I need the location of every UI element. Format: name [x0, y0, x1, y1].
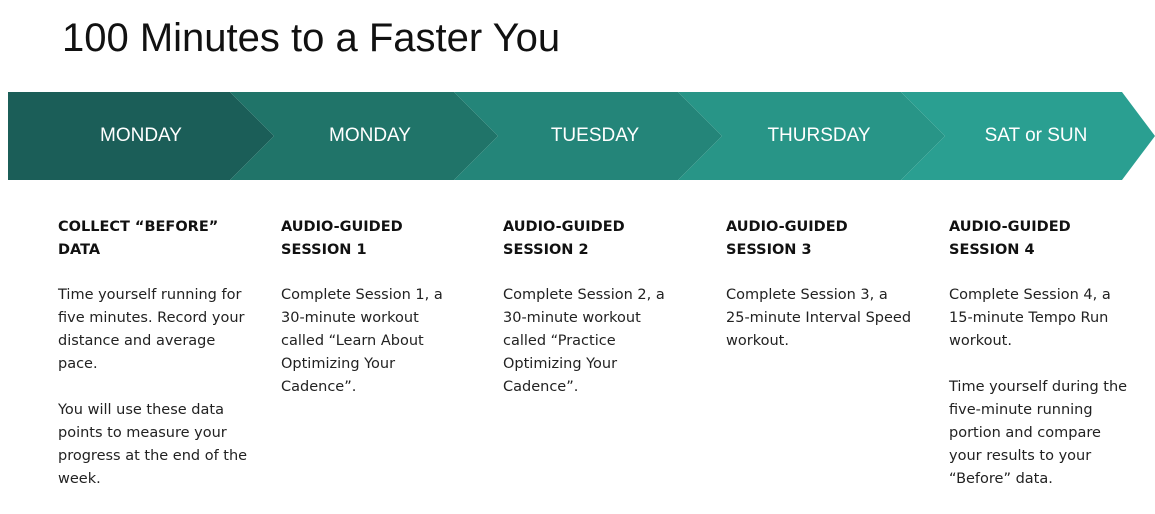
day-label-4: THURSDAY: [767, 125, 871, 146]
step-heading-2: AUDIO-GUIDED SESSION 1: [281, 219, 403, 258]
step-column-3: AUDIO-GUIDED SESSION 2 Complete Session …: [503, 216, 688, 422]
step-heading-1: COLLECT “BEFORE” DATA: [58, 219, 219, 258]
step-heading-4: AUDIO-GUIDED SESSION 3: [726, 219, 848, 258]
step-heading-3: AUDIO-GUIDED SESSION 2: [503, 219, 625, 258]
page-title: 100 Minutes to a Faster You: [62, 16, 561, 60]
step-description-4: Complete Session 3, a 25-minute Interval…: [726, 287, 912, 349]
step-column-2: AUDIO-GUIDED SESSION 1 Complete Session …: [281, 216, 466, 422]
day-label-2: MONDAY: [329, 125, 411, 146]
timeline-chevron-bar: MONDAY MONDAY TUESDAY THURSDAY SAT or SU…: [8, 92, 1155, 180]
step-heading-5: AUDIO-GUIDED SESSION 4: [949, 219, 1071, 258]
step-column-4: AUDIO-GUIDED SESSION 3 Complete Session …: [726, 216, 916, 376]
step-description-1b: You will use these data points to measur…: [58, 402, 248, 487]
step-description-2: Complete Session 1, a 30-minute workout …: [281, 287, 443, 395]
step-column-1: COLLECT “BEFORE” DATA Time yourself runn…: [58, 216, 258, 514]
step-description-3: Complete Session 2, a 30-minute workout …: [503, 287, 665, 395]
step-description-5b: Time yourself during the five-minute run…: [949, 379, 1128, 487]
day-label-3: TUESDAY: [550, 125, 640, 146]
day-label-5: SAT or SUN: [984, 125, 1088, 146]
step-column-5: AUDIO-GUIDED SESSION 4 Complete Session …: [949, 216, 1134, 514]
step-description-5a: Complete Session 4, a 15-minute Tempo Ru…: [949, 287, 1111, 349]
day-label-1: MONDAY: [100, 125, 182, 146]
step-description-1a: Time yourself running for five minutes. …: [58, 287, 245, 372]
